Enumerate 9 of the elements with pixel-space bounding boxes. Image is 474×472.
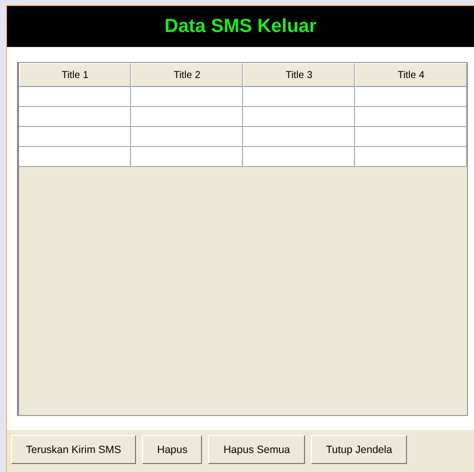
action-button[interactable]: Hapus Semua	[208, 435, 306, 464]
column-header[interactable]: Title 4	[355, 63, 467, 87]
column-header[interactable]: Title 1	[19, 63, 131, 87]
action-button[interactable]: Tutup Jendela	[311, 435, 408, 464]
action-button[interactable]: Hapus	[142, 435, 202, 464]
action-button[interactable]: Teruskan Kirim SMS	[11, 435, 136, 464]
column-header[interactable]: Title 2	[131, 63, 243, 87]
window-title: Data SMS Keluar	[164, 16, 317, 38]
column-header[interactable]: Title 3	[243, 63, 355, 87]
